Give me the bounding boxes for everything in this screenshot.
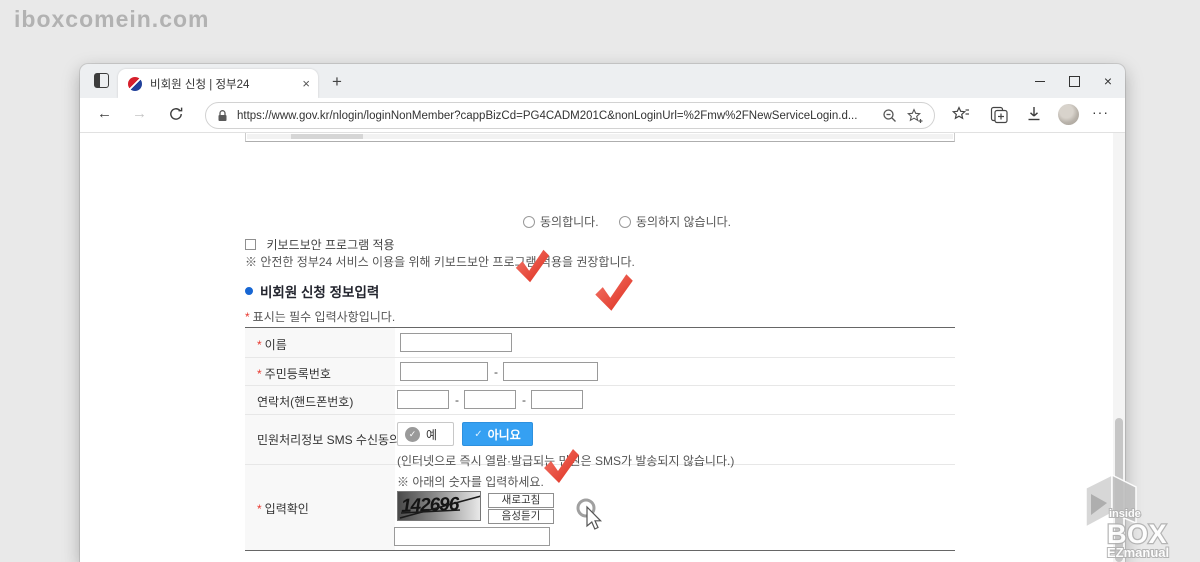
gov24-favicon (128, 76, 142, 91)
phone-label: 연락처(핸드폰번호) (257, 395, 354, 409)
required-note-text: 표시는 필수 입력사항입니다. (252, 310, 396, 324)
agreement-hscroll-thumb[interactable] (291, 134, 363, 139)
browser-titlebar: 비회원 신청 | 정부24 × + × (80, 64, 1125, 98)
tab-close-icon[interactable]: × (302, 76, 310, 91)
row-divider (245, 385, 955, 386)
agree-radio-label: 동의합니다. (540, 215, 599, 229)
sms-no-button[interactable]: ✓ 아니요 (462, 422, 533, 446)
captcha-input[interactable] (394, 527, 550, 546)
captcha-strike-lines (399, 495, 480, 519)
disagree-radio-label: 동의하지 않습니다. (636, 215, 731, 229)
captcha-label: * 입력확인 (257, 502, 309, 516)
captcha-voice-button[interactable]: 음성듣기 (488, 509, 554, 524)
phone-part3-input[interactable] (531, 390, 583, 409)
logo-line-ezmanual: EZmanual (1107, 545, 1169, 560)
mouse-cursor (576, 498, 603, 530)
name-input[interactable] (400, 333, 512, 352)
keyboard-security-note: ※ 안전한 정부24 서비스 이용을 위해 키보드보안 프로그램 적용을 권장합… (245, 255, 635, 269)
keyboard-security-label: 키보드보안 프로그램 적용 (266, 238, 395, 252)
check-circle-icon: ✓ (405, 426, 420, 442)
disagree-radio[interactable] (619, 216, 631, 228)
browser-tab[interactable]: 비회원 신청 | 정부24 × (118, 69, 318, 98)
captcha-refresh-button[interactable]: 새로고침 (488, 493, 554, 508)
browser-toolbar: ← → https://www.gov.kr/nlogin/loginNonMe… (80, 98, 1125, 133)
required-mark: * (257, 367, 262, 381)
section-title: 비회원 신청 정보입력 (260, 285, 380, 300)
collections-icon[interactable] (990, 106, 1009, 124)
name-label: * 이름 (257, 338, 287, 352)
tab-title: 비회원 신청 | 정부24 (150, 78, 250, 91)
required-note: * 표시는 필수 입력사항입니다. (245, 308, 395, 326)
maximize-button[interactable] (1057, 64, 1091, 98)
agreement-box-bottom (245, 133, 955, 142)
tab-actions-icon[interactable] (94, 73, 109, 88)
forward-button[interactable]: → (132, 105, 147, 122)
section-header: 비회원 신청 정보입력 (245, 281, 379, 301)
minimize-button[interactable] (1023, 64, 1057, 98)
phone-separator: - (522, 393, 526, 407)
phone-part1-input[interactable] (397, 390, 449, 409)
lock-icon (218, 109, 227, 121)
back-button[interactable]: ← (97, 105, 112, 122)
section-bullet-icon (245, 287, 253, 295)
screenshot-stage: iboxcomein.com 비회원 신청 | 정부24 × + × ← → h… (0, 0, 1200, 562)
favorite-add-icon[interactable] (907, 107, 924, 124)
agree-radio[interactable] (523, 216, 535, 228)
check-icon: ✓ (474, 428, 483, 440)
zoom-out-icon[interactable] (882, 108, 898, 124)
required-mark: * (245, 310, 250, 324)
profile-avatar[interactable] (1058, 104, 1079, 125)
phone-separator: - (455, 393, 459, 407)
annotation-check-2 (595, 274, 633, 311)
captcha-instruction: ※ 아래의 숫자를 입력하세요. (397, 475, 544, 489)
captcha-image: 142696 (397, 491, 481, 521)
keyboard-security-row: 키보드보안 프로그램 적용 (245, 236, 395, 254)
agreement-hscrollbar (247, 134, 953, 139)
window-close-button[interactable]: × (1091, 64, 1125, 98)
rrn-separator: - (494, 365, 498, 379)
row-divider (245, 414, 955, 415)
sms-yes-button[interactable]: ✓ 예 (397, 422, 454, 446)
new-tab-button[interactable]: + (332, 72, 342, 92)
rrn-back-input[interactable] (503, 362, 598, 381)
annotation-check-3 (544, 449, 579, 483)
address-bar[interactable]: https://www.gov.kr/nlogin/loginNonMember… (205, 102, 935, 129)
required-mark: * (257, 338, 262, 352)
insidebox-logo: inside BOX EZmanual (1085, 473, 1170, 561)
agree-radio-group: 동의합니다. 동의하지 않습니다. (523, 213, 731, 231)
rrn-front-input[interactable] (400, 362, 488, 381)
rrn-label: * 주민등록번호 (257, 367, 331, 381)
url-text: https://www.gov.kr/nlogin/loginNonMember… (237, 109, 858, 122)
annotation-check-1 (515, 249, 550, 283)
row-divider (245, 357, 955, 358)
favorites-bar-icon[interactable] (952, 106, 970, 123)
download-icon[interactable] (1026, 106, 1042, 123)
required-mark: * (257, 502, 262, 516)
settings-menu-icon[interactable]: ··· (1092, 104, 1109, 120)
site-watermark: iboxcomein.com (14, 6, 210, 32)
refresh-icon[interactable] (168, 106, 184, 122)
keyboard-security-checkbox[interactable] (245, 239, 256, 250)
sms-consent-label: 민원처리정보 SMS 수신동의 (257, 433, 401, 447)
phone-part2-input[interactable] (464, 390, 516, 409)
